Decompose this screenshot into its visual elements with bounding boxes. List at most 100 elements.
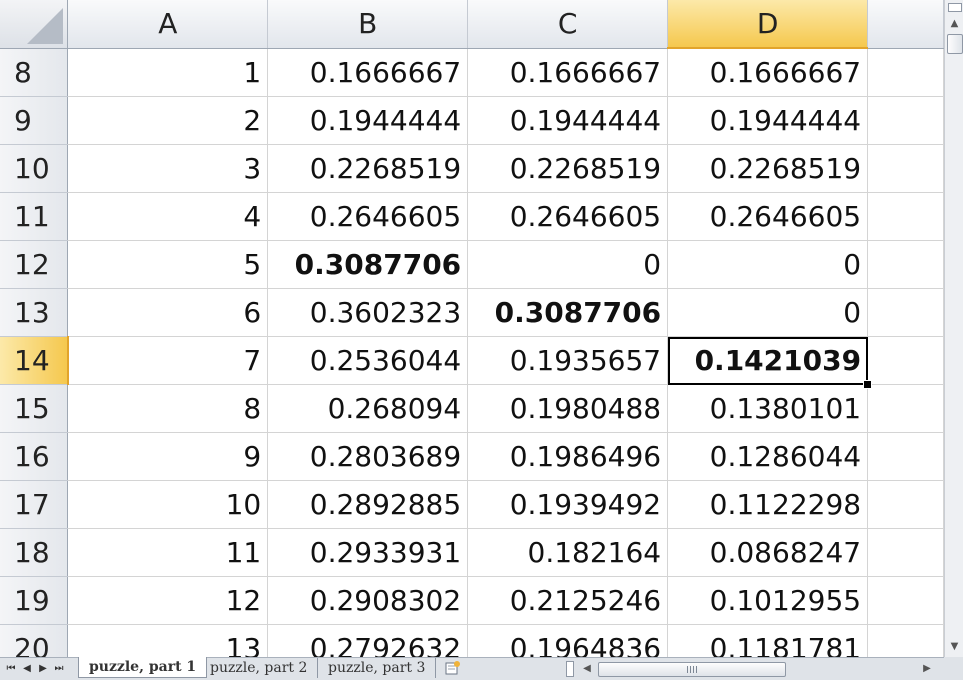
scroll-left-icon[interactable]: ◀	[580, 661, 594, 677]
cell-d9[interactable]: 0.1944444	[667, 96, 869, 145]
cell-c10[interactable]: 0.2268519	[467, 144, 669, 193]
cell-e14[interactable]	[867, 336, 944, 385]
cell-d8[interactable]: 0.1666667	[667, 48, 869, 97]
row-header-9[interactable]: 9	[0, 96, 69, 145]
cell-e11[interactable]	[867, 192, 944, 241]
cell-c14[interactable]: 0.1935657	[467, 336, 669, 385]
cell-a17[interactable]: 10	[67, 480, 269, 529]
row-header-11[interactable]: 11	[0, 192, 69, 241]
cell-a14[interactable]: 7	[67, 336, 269, 385]
column-header-a[interactable]: A	[67, 0, 269, 49]
tab-puzzle-part-3[interactable]: puzzle, part 3	[318, 658, 437, 678]
cell-c17[interactable]: 0.1939492	[467, 480, 669, 529]
cell-a12[interactable]: 5	[67, 240, 269, 289]
cell-a8[interactable]: 1	[67, 48, 269, 97]
horizontal-scroll-thumb[interactable]	[598, 662, 786, 677]
tab-split-handle[interactable]	[566, 661, 574, 677]
cell-d14[interactable]: 0.1421039	[667, 336, 869, 385]
column-header-d[interactable]: D	[667, 0, 869, 49]
last-sheet-icon[interactable]: ⏭	[52, 661, 66, 677]
split-box[interactable]	[948, 3, 962, 12]
cell-c8[interactable]: 0.1666667	[467, 48, 669, 97]
cell-e9[interactable]	[867, 96, 944, 145]
cell-e8[interactable]	[867, 48, 944, 97]
cell-d19[interactable]: 0.1012955	[667, 576, 869, 625]
cell-c18[interactable]: 0.182164	[467, 528, 669, 577]
cell-b19[interactable]: 0.2908302	[267, 576, 469, 625]
row-header-14[interactable]: 14	[0, 336, 69, 385]
cell-e16[interactable]	[867, 432, 944, 481]
next-sheet-icon[interactable]: ▶	[36, 661, 50, 677]
cell-d18[interactable]: 0.0868247	[667, 528, 869, 577]
column-header-c[interactable]: C	[467, 0, 669, 49]
insert-sheet-icon[interactable]	[444, 660, 462, 676]
cell-a15[interactable]: 8	[67, 384, 269, 433]
row-header-18[interactable]: 18	[0, 528, 69, 577]
select-all-corner[interactable]	[0, 0, 69, 49]
cell-b9[interactable]: 0.1944444	[267, 96, 469, 145]
scroll-down-icon[interactable]: ▼	[945, 639, 963, 655]
column-header-e[interactable]	[867, 0, 944, 49]
cell-a20[interactable]: 13	[67, 624, 269, 657]
cell-d20[interactable]: 0.1181781	[667, 624, 869, 657]
cell-e12[interactable]	[867, 240, 944, 289]
cell-a13[interactable]: 6	[67, 288, 269, 337]
scroll-right-icon[interactable]: ▶	[920, 661, 934, 677]
vertical-scrollbar[interactable]: ▲ ▼	[944, 0, 963, 657]
cell-b10[interactable]: 0.2268519	[267, 144, 469, 193]
cell-c20[interactable]: 0.1964836	[467, 624, 669, 657]
row-header-19[interactable]: 19	[0, 576, 69, 625]
cell-c12[interactable]: 0	[467, 240, 669, 289]
cell-c16[interactable]: 0.1986496	[467, 432, 669, 481]
cell-e20[interactable]	[867, 624, 944, 657]
cell-b11[interactable]: 0.2646605	[267, 192, 469, 241]
cell-c19[interactable]: 0.2125246	[467, 576, 669, 625]
row-header-17[interactable]: 17	[0, 480, 69, 529]
vertical-scroll-thumb[interactable]	[947, 34, 963, 54]
prev-sheet-icon[interactable]: ◀	[20, 661, 34, 677]
cell-e19[interactable]	[867, 576, 944, 625]
cell-b14[interactable]: 0.2536044	[267, 336, 469, 385]
cell-d17[interactable]: 0.1122298	[667, 480, 869, 529]
cell-d13[interactable]: 0	[667, 288, 869, 337]
cell-d11[interactable]: 0.2646605	[667, 192, 869, 241]
horizontal-scrollbar[interactable]: ◀ ▶	[566, 661, 940, 677]
cell-b8[interactable]: 0.1666667	[267, 48, 469, 97]
cell-d15[interactable]: 0.1380101	[667, 384, 869, 433]
cell-e10[interactable]	[867, 144, 944, 193]
row-header-10[interactable]: 10	[0, 144, 69, 193]
cell-d10[interactable]: 0.2268519	[667, 144, 869, 193]
cell-b20[interactable]: 0.2792632	[267, 624, 469, 657]
cell-a19[interactable]: 12	[67, 576, 269, 625]
cell-c15[interactable]: 0.1980488	[467, 384, 669, 433]
cell-c9[interactable]: 0.1944444	[467, 96, 669, 145]
cell-e13[interactable]	[867, 288, 944, 337]
cell-a9[interactable]: 2	[67, 96, 269, 145]
row-header-20[interactable]: 20	[0, 624, 69, 657]
scroll-up-icon[interactable]: ▲	[945, 15, 963, 32]
cell-e17[interactable]	[867, 480, 944, 529]
cell-b17[interactable]: 0.2892885	[267, 480, 469, 529]
column-header-b[interactable]: B	[267, 0, 469, 49]
cell-b15[interactable]: 0.268094	[267, 384, 469, 433]
fill-handle[interactable]	[862, 379, 872, 389]
cell-b13[interactable]: 0.3602323	[267, 288, 469, 337]
cell-a16[interactable]: 9	[67, 432, 269, 481]
row-header-12[interactable]: 12	[0, 240, 69, 289]
cell-b18[interactable]: 0.2933931	[267, 528, 469, 577]
tab-puzzle-part-1[interactable]: puzzle, part 1	[78, 657, 208, 678]
cell-b16[interactable]: 0.2803689	[267, 432, 469, 481]
spreadsheet-grid[interactable]: ABCD 8 1 0.1666667 0.1666667 0.1666667 9 2 0.19…	[0, 0, 944, 657]
row-header-13[interactable]: 13	[0, 288, 69, 337]
cell-d16[interactable]: 0.1286044	[667, 432, 869, 481]
row-header-8[interactable]: 8	[0, 48, 69, 97]
first-sheet-icon[interactable]: ⏮	[4, 661, 18, 677]
cell-e15[interactable]	[867, 384, 944, 433]
row-header-15[interactable]: 15	[0, 384, 69, 433]
cell-b12[interactable]: 0.3087706	[267, 240, 469, 289]
cell-a18[interactable]: 11	[67, 528, 269, 577]
cell-c13[interactable]: 0.3087706	[467, 288, 669, 337]
row-header-16[interactable]: 16	[0, 432, 69, 481]
tab-puzzle-part-2[interactable]: puzzle, part 2	[200, 658, 319, 678]
cell-a10[interactable]: 3	[67, 144, 269, 193]
